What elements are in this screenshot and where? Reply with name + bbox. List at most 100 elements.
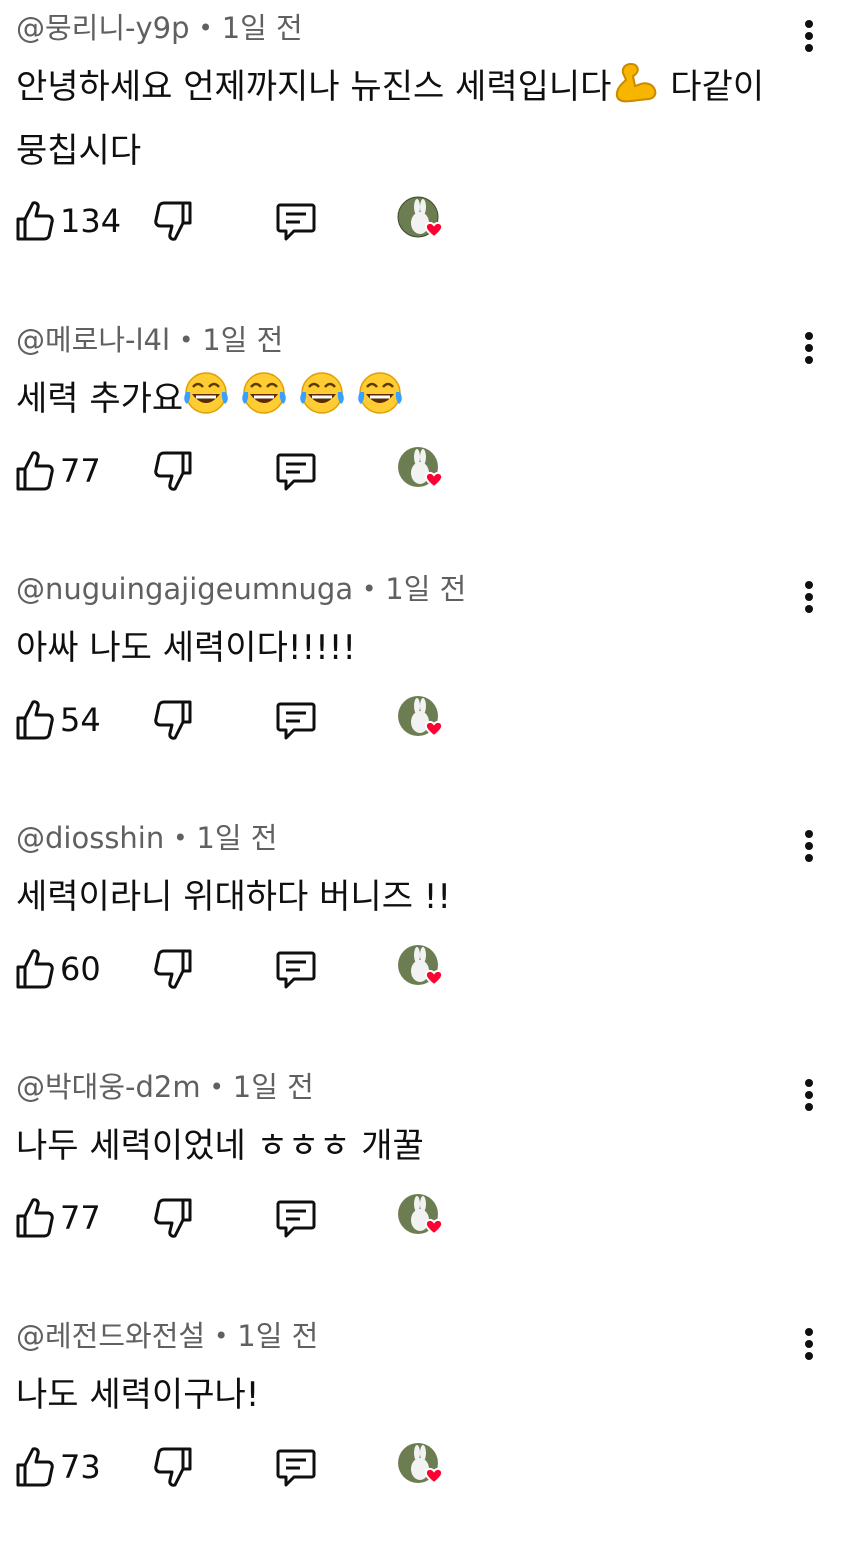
thumbs-down-icon <box>154 201 192 241</box>
like-count: 54 <box>60 701 101 739</box>
more-options-button[interactable] <box>794 826 824 866</box>
comment-actions: 60 <box>14 944 474 1000</box>
more-vertical-icon <box>805 830 813 862</box>
comment-actions: 54 <box>14 695 474 751</box>
like-button[interactable]: 54 <box>14 695 101 745</box>
more-options-button[interactable] <box>794 328 824 368</box>
thumbs-down-icon <box>154 1447 192 1487</box>
creator-heart-avatar-icon <box>398 945 444 987</box>
creator-heart-avatar-icon <box>398 447 444 489</box>
muscle-emoji-icon <box>611 60 659 122</box>
comment-text-main: 아싸 나도 세력이다!!!!! <box>16 628 357 668</box>
meta-separator: • <box>173 824 188 852</box>
comment-text: 나도 세력이구나! <box>16 1366 806 1424</box>
comment-meta: @박대웅-d2m • 1일 전 <box>16 1067 314 1109</box>
comment-text: 아싸 나도 세력이다!!!!! <box>16 619 806 677</box>
thumbs-up-icon <box>16 451 54 491</box>
reply-comment-icon <box>276 702 316 740</box>
thumbs-up-icon <box>16 700 54 740</box>
creator-heart-badge <box>396 695 450 745</box>
creator-heart-avatar-icon <box>398 696 444 738</box>
comment-text: 세력 추가요 <box>16 370 806 434</box>
thumbs-down-icon <box>154 1198 192 1238</box>
thumbs-down-icon <box>154 949 192 989</box>
like-count: 60 <box>60 950 101 988</box>
comment-item: @레전드와전설 • 1일 전 나도 세력이구나! 73 <box>0 1308 850 1557</box>
reply-button[interactable] <box>274 1193 318 1243</box>
like-button[interactable]: 134 <box>14 196 121 246</box>
more-vertical-icon <box>805 1079 813 1111</box>
thumbs-up-icon <box>16 949 54 989</box>
dislike-button[interactable] <box>154 695 194 745</box>
comment-item: @메로나-l4l • 1일 전 세력 추가요 77 <box>0 312 850 561</box>
dislike-button[interactable] <box>154 1442 194 1492</box>
like-button[interactable]: 77 <box>14 1193 101 1243</box>
reply-comment-icon <box>276 453 316 491</box>
comment-time: 1일 전 <box>221 11 303 45</box>
comment-actions: 77 <box>14 446 474 502</box>
creator-heart-badge <box>396 446 450 496</box>
comment-time: 1일 전 <box>237 1319 319 1353</box>
dislike-button[interactable] <box>154 446 194 496</box>
comment-text-main: 나두 세력이었네 ㅎㅎㅎ 개꿀 <box>16 1126 424 1166</box>
more-vertical-icon <box>805 332 813 364</box>
comment-time: 1일 전 <box>202 323 284 357</box>
comment-author[interactable]: @뭉리니-y9p <box>16 11 190 45</box>
reply-comment-icon <box>276 1200 316 1238</box>
more-options-button[interactable] <box>794 1324 824 1364</box>
comment-author[interactable]: @nuguingajigeumnuga <box>16 572 353 606</box>
like-button[interactable]: 60 <box>14 944 101 994</box>
reply-button[interactable] <box>274 695 318 745</box>
reply-comment-icon <box>276 203 316 241</box>
meta-separator: • <box>198 14 213 42</box>
reply-comment-icon <box>276 951 316 989</box>
meta-separator: • <box>209 1073 224 1101</box>
laugh-tears-emoji-icon <box>183 370 411 434</box>
comment-time: 1일 전 <box>196 821 278 855</box>
more-options-button[interactable] <box>794 577 824 617</box>
reply-button[interactable] <box>274 446 318 496</box>
comment-meta: @메로나-l4l • 1일 전 <box>16 320 283 362</box>
reply-button[interactable] <box>274 1442 318 1492</box>
comment-text-main: 안녕하세요 언제까지나 뉴진스 세력입니다 <box>16 67 612 107</box>
comment-item: @diosshin • 1일 전 세력이라니 위대하다 버니즈 !! 60 <box>0 810 850 1059</box>
creator-heart-badge <box>396 1193 450 1243</box>
reply-button[interactable] <box>274 196 318 246</box>
meta-separator: • <box>179 326 194 354</box>
more-options-button[interactable] <box>794 1075 824 1115</box>
more-options-button[interactable] <box>794 16 824 56</box>
dislike-button[interactable] <box>154 196 194 246</box>
reply-button[interactable] <box>274 944 318 994</box>
like-button[interactable]: 73 <box>14 1442 101 1492</box>
dislike-button[interactable] <box>154 1193 194 1243</box>
like-button[interactable]: 77 <box>14 446 101 496</box>
thumbs-down-icon <box>154 451 192 491</box>
creator-heart-badge <box>396 944 450 994</box>
like-count: 73 <box>60 1448 101 1486</box>
more-vertical-icon <box>805 20 813 52</box>
comment-text: 나두 세력이었네 ㅎㅎㅎ 개꿀 <box>16 1117 806 1175</box>
comment-author[interactable]: @diosshin <box>16 821 164 855</box>
comment-text-main: 나도 세력이구나! <box>16 1375 260 1415</box>
comment-meta: @레전드와전설 • 1일 전 <box>16 1316 318 1358</box>
comment-meta: @nuguingajigeumnuga • 1일 전 <box>16 569 466 611</box>
creator-heart-badge <box>396 1442 450 1492</box>
more-vertical-icon <box>805 581 813 613</box>
like-count: 77 <box>60 452 101 490</box>
thumbs-up-icon <box>16 201 54 241</box>
comment-text-main: 세력 추가요 <box>16 379 184 419</box>
comment-time: 1일 전 <box>385 572 467 606</box>
comment-author[interactable]: @박대웅-d2m <box>16 1070 201 1104</box>
comment-time: 1일 전 <box>232 1070 314 1104</box>
thumbs-up-icon <box>16 1447 54 1487</box>
comment-actions: 73 <box>14 1442 474 1498</box>
thumbs-down-icon <box>154 700 192 740</box>
comment-author[interactable]: @메로나-l4l <box>16 323 170 357</box>
thumbs-up-icon <box>16 1198 54 1238</box>
like-count: 77 <box>60 1199 101 1237</box>
comment-author[interactable]: @레전드와전설 <box>16 1319 205 1353</box>
meta-separator: • <box>214 1322 229 1350</box>
creator-heart-badge <box>396 196 450 246</box>
dislike-button[interactable] <box>154 944 194 994</box>
reply-comment-icon <box>276 1449 316 1487</box>
